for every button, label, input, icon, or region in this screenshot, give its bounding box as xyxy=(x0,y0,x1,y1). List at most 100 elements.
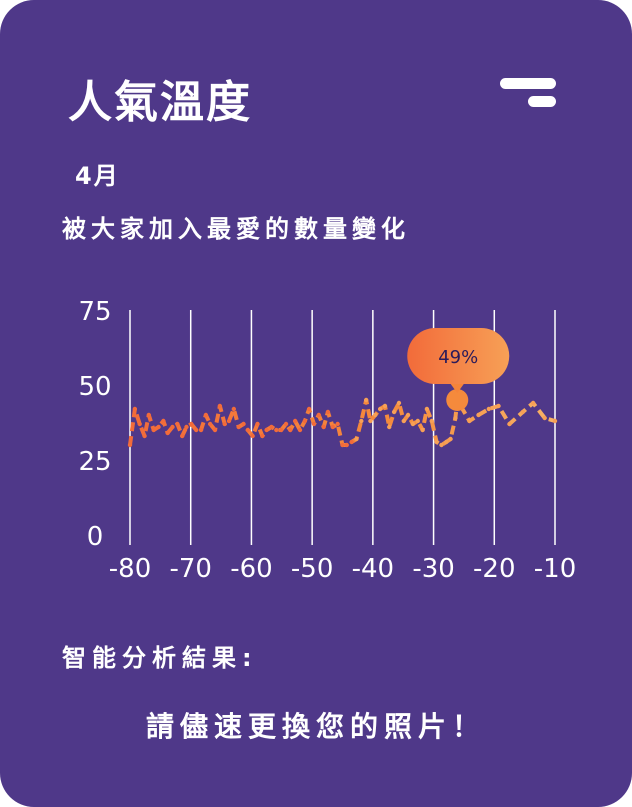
data-point xyxy=(212,427,218,433)
data-point xyxy=(467,418,472,424)
data-point xyxy=(180,433,185,439)
data-point xyxy=(288,427,293,433)
menu-bar-short xyxy=(528,96,556,107)
data-point xyxy=(391,409,397,415)
data-point xyxy=(142,433,147,439)
data-point xyxy=(278,427,284,433)
data-point xyxy=(297,427,303,433)
y-axis-ticks: 0 25 50 75 xyxy=(78,297,111,552)
data-point xyxy=(486,406,492,412)
data-point xyxy=(198,427,204,433)
y-tick-label: 75 xyxy=(78,297,111,327)
data-point xyxy=(530,400,536,406)
data-point xyxy=(429,418,434,424)
data-point xyxy=(161,418,166,424)
data-point xyxy=(377,406,383,412)
data-point xyxy=(217,403,223,409)
data-point xyxy=(415,418,420,424)
x-tick-label: -60 xyxy=(230,554,272,584)
data-point xyxy=(292,418,298,424)
data-point xyxy=(434,439,439,445)
data-point xyxy=(420,427,425,433)
data-point xyxy=(373,412,378,418)
data-point xyxy=(316,412,322,418)
data-point xyxy=(146,412,152,418)
data-point xyxy=(306,406,312,412)
data-point xyxy=(340,442,345,448)
data-point xyxy=(156,424,161,430)
data-point xyxy=(311,421,317,427)
data-point xyxy=(396,400,402,406)
data-point xyxy=(236,424,241,430)
data-point xyxy=(542,415,547,421)
page-title: 人氣溫度 xyxy=(68,77,252,128)
data-point xyxy=(439,442,444,448)
menu-bar-long xyxy=(500,78,556,89)
tooltip-label: 49% xyxy=(438,347,478,368)
data-point xyxy=(203,412,209,418)
data-point xyxy=(448,436,453,442)
data-point xyxy=(170,424,175,430)
data-point xyxy=(151,427,156,433)
data-point xyxy=(552,418,558,424)
analysis-label: 智能分析結果: xyxy=(62,644,258,672)
data-point xyxy=(193,427,199,433)
data-point xyxy=(410,421,416,427)
x-tick-label: -70 xyxy=(169,554,211,584)
data-point xyxy=(476,412,481,418)
x-tick-label: -40 xyxy=(352,554,394,584)
series-line xyxy=(128,398,556,447)
data-point xyxy=(349,439,354,445)
x-tick-label: -30 xyxy=(412,554,454,584)
data-point xyxy=(387,424,392,430)
data-point xyxy=(444,439,449,445)
data-point xyxy=(354,436,359,442)
data-point xyxy=(401,418,407,424)
data-point xyxy=(127,442,133,448)
x-axis-ticks: -80 -70 -60 -50 -40 -30 -20 -10 xyxy=(109,554,576,584)
line-chart: 0 25 50 75 -80 -70 -60 -50 -40 -30 -20 -10 49% xyxy=(78,297,576,584)
data-point xyxy=(250,433,255,439)
data-point xyxy=(496,403,501,409)
series-points xyxy=(127,397,558,448)
data-point xyxy=(264,427,269,433)
data-point xyxy=(344,442,349,448)
data-point xyxy=(363,397,369,403)
data-point xyxy=(132,406,138,412)
analysis-result: 請儘速更換您的照片！ xyxy=(145,710,486,743)
data-point xyxy=(283,421,289,427)
chart-subtitle: 被大家加入最愛的數量變化 xyxy=(62,215,410,243)
x-tick-label: -20 xyxy=(473,554,515,584)
data-point xyxy=(269,424,274,430)
popularity-card: 人氣溫度 4月 被大家加入最愛的數量變化 0 25 50 75 -80 -70 -60 -5… xyxy=(0,0,632,807)
data-point xyxy=(231,406,237,412)
data-point xyxy=(382,403,388,409)
data-point xyxy=(405,412,411,418)
data-point xyxy=(302,418,308,424)
data-point xyxy=(245,427,250,433)
data-point xyxy=(207,421,213,427)
data-point xyxy=(175,421,180,427)
data-point xyxy=(241,421,246,427)
data-point xyxy=(368,418,373,424)
data-point xyxy=(507,421,512,427)
data-point xyxy=(165,430,170,436)
data-point xyxy=(189,421,194,427)
month-label: 4月 xyxy=(75,162,120,190)
y-tick-label: 50 xyxy=(78,372,111,402)
data-point xyxy=(359,418,364,424)
data-point xyxy=(260,433,265,439)
data-point xyxy=(330,424,335,430)
menu-icon[interactable] xyxy=(500,78,560,114)
data-point xyxy=(321,424,326,430)
data-point xyxy=(137,421,142,427)
x-tick-label: -10 xyxy=(534,554,576,584)
data-point xyxy=(520,409,526,415)
data-point xyxy=(424,406,430,412)
data-point xyxy=(222,421,227,427)
data-point xyxy=(274,427,279,433)
x-tick-label: -50 xyxy=(291,554,333,584)
data-point xyxy=(453,415,458,421)
data-point xyxy=(335,421,340,427)
y-tick-label: 0 xyxy=(87,522,104,552)
